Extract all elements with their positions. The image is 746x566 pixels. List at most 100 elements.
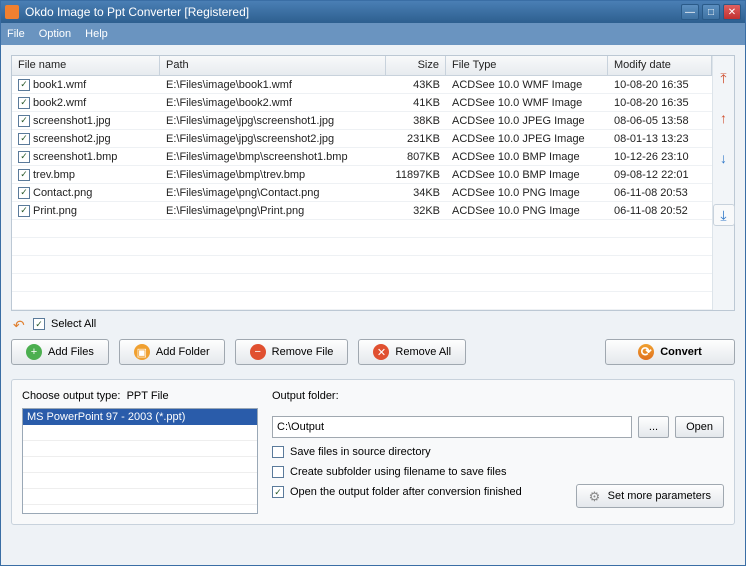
maximize-button[interactable]: □ [702,4,720,20]
browse-button[interactable]: ... [638,416,669,438]
table-row[interactable]: ✓book2.wmf E:\Files\image\book2.wmf 41KB… [12,94,712,112]
up-folder-icon[interactable]: ↶ [13,317,27,331]
cell-filename: screenshot1.jpg [33,115,111,127]
close-button[interactable]: ✕ [723,4,741,20]
cell-size: 34KB [386,185,446,201]
remove-all-button[interactable]: ✕Remove All [358,339,466,365]
move-top-icon[interactable]: ⤒ [716,70,732,86]
row-checkbox[interactable]: ✓ [18,133,30,145]
cell-filetype: ACDSee 10.0 JPEG Image [446,113,608,129]
cell-date: 06-11-08 20:53 [608,185,712,201]
menubar: File Option Help [1,23,745,45]
cell-date: 08-06-05 13:58 [608,113,712,129]
folder-icon: ▣ [134,344,150,360]
cell-path: E:\Files\image\png\Print.png [160,203,386,219]
row-checkbox[interactable]: ✓ [18,169,30,181]
select-all-checkbox[interactable]: ✓ [33,318,45,330]
cell-date: 10-12-26 23:10 [608,149,712,165]
minimize-button[interactable]: — [681,4,699,20]
window-title: Okdo Image to Ppt Converter [Registered] [25,5,681,19]
cell-filename: screenshot1.bmp [33,151,117,163]
add-folder-button[interactable]: ▣Add Folder [119,339,225,365]
table-body: ✓book1.wmf E:\Files\image\book1.wmf 43KB… [12,76,712,310]
convert-button[interactable]: ⟳Convert [605,339,735,365]
row-checkbox[interactable]: ✓ [18,79,30,91]
cell-size: 41KB [386,95,446,111]
cell-size: 807KB [386,149,446,165]
move-bottom-icon[interactable]: ⤓ [713,204,735,226]
cell-filetype: ACDSee 10.0 PNG Image [446,203,608,219]
titlebar: Okdo Image to Ppt Converter [Registered]… [1,1,745,23]
table-row[interactable]: ✓Contact.png E:\Files\image\png\Contact.… [12,184,712,202]
add-files-button[interactable]: +Add Files [11,339,109,365]
save-source-checkbox[interactable] [272,446,284,458]
select-all-label: Select All [51,318,96,330]
row-checkbox[interactable]: ✓ [18,115,30,127]
cell-path: E:\Files\image\jpg\screenshot1.jpg [160,113,386,129]
remove-icon: − [250,344,266,360]
menu-help[interactable]: Help [85,28,108,40]
col-path[interactable]: Path [160,56,386,75]
cell-date: 06-11-08 20:52 [608,203,712,219]
row-checkbox[interactable]: ✓ [18,205,30,217]
output-type-option[interactable]: MS PowerPoint 97 - 2003 (*.ppt) [23,409,257,425]
reorder-toolbar: ⤒ ↑ ↓ ⤓ [712,56,734,310]
cell-date: 10-08-20 16:35 [608,95,712,111]
open-folder-button[interactable]: Open [675,416,724,438]
output-type-list[interactable]: MS PowerPoint 97 - 2003 (*.ppt) [22,408,258,514]
cell-path: E:\Files\image\bmp\trev.bmp [160,167,386,183]
open-after-checkbox[interactable]: ✓ [272,486,284,498]
cell-filetype: ACDSee 10.0 WMF Image [446,95,608,111]
table-row[interactable]: ✓Print.png E:\Files\image\png\Print.png … [12,202,712,220]
row-checkbox[interactable]: ✓ [18,97,30,109]
gear-icon: ⚙ [589,489,603,503]
menu-option[interactable]: Option [39,28,71,40]
cell-filetype: ACDSee 10.0 JPEG Image [446,131,608,147]
app-window: Okdo Image to Ppt Converter [Registered]… [0,0,746,566]
cell-date: 08-01-13 13:23 [608,131,712,147]
table-row[interactable]: ✓trev.bmp E:\Files\image\bmp\trev.bmp 11… [12,166,712,184]
create-subfolder-label: Create subfolder using filename to save … [290,466,506,478]
table-row[interactable]: ✓screenshot1.jpg E:\Files\image\jpg\scre… [12,112,712,130]
output-folder-input[interactable] [272,416,632,438]
cell-path: E:\Files\image\png\Contact.png [160,185,386,201]
col-modifydate[interactable]: Modify date [608,56,712,75]
convert-icon: ⟳ [638,344,654,360]
cell-filename: screenshot2.jpg [33,133,111,145]
output-type-label: Choose output type: PPT File [22,390,258,402]
row-checkbox[interactable]: ✓ [18,151,30,163]
cell-filetype: ACDSee 10.0 PNG Image [446,185,608,201]
app-icon [5,5,19,19]
cell-size: 32KB [386,203,446,219]
more-parameters-button[interactable]: ⚙Set more parameters [576,484,724,508]
remove-file-button[interactable]: −Remove File [235,339,349,365]
row-checkbox[interactable]: ✓ [18,187,30,199]
cell-path: E:\Files\image\bmp\screenshot1.bmp [160,149,386,165]
cell-date: 09-08-12 22:01 [608,167,712,183]
cell-size: 43KB [386,77,446,93]
cell-filename: book2.wmf [33,97,86,109]
add-icon: + [26,344,42,360]
cell-path: E:\Files\image\jpg\screenshot2.jpg [160,131,386,147]
col-filename[interactable]: File name [12,56,160,75]
menu-file[interactable]: File [7,28,25,40]
cell-path: E:\Files\image\book2.wmf [160,95,386,111]
cell-date: 10-08-20 16:35 [608,77,712,93]
table-row[interactable]: ✓screenshot1.bmp E:\Files\image\bmp\scre… [12,148,712,166]
cell-filetype: ACDSee 10.0 WMF Image [446,77,608,93]
move-down-icon[interactable]: ↓ [716,150,732,166]
file-table: File name Path Size File Type Modify dat… [11,55,735,311]
move-up-icon[interactable]: ↑ [716,110,732,126]
table-header: File name Path Size File Type Modify dat… [12,56,712,76]
cell-filetype: ACDSee 10.0 BMP Image [446,149,608,165]
open-after-label: Open the output folder after conversion … [290,486,522,498]
col-filetype[interactable]: File Type [446,56,608,75]
cell-size: 38KB [386,113,446,129]
create-subfolder-checkbox[interactable] [272,466,284,478]
table-row[interactable]: ✓book1.wmf E:\Files\image\book1.wmf 43KB… [12,76,712,94]
cell-filename: book1.wmf [33,79,86,91]
cell-filename: Print.png [33,205,77,217]
table-row[interactable]: ✓screenshot2.jpg E:\Files\image\jpg\scre… [12,130,712,148]
output-folder-label: Output folder: [272,390,724,402]
col-size[interactable]: Size [386,56,446,75]
